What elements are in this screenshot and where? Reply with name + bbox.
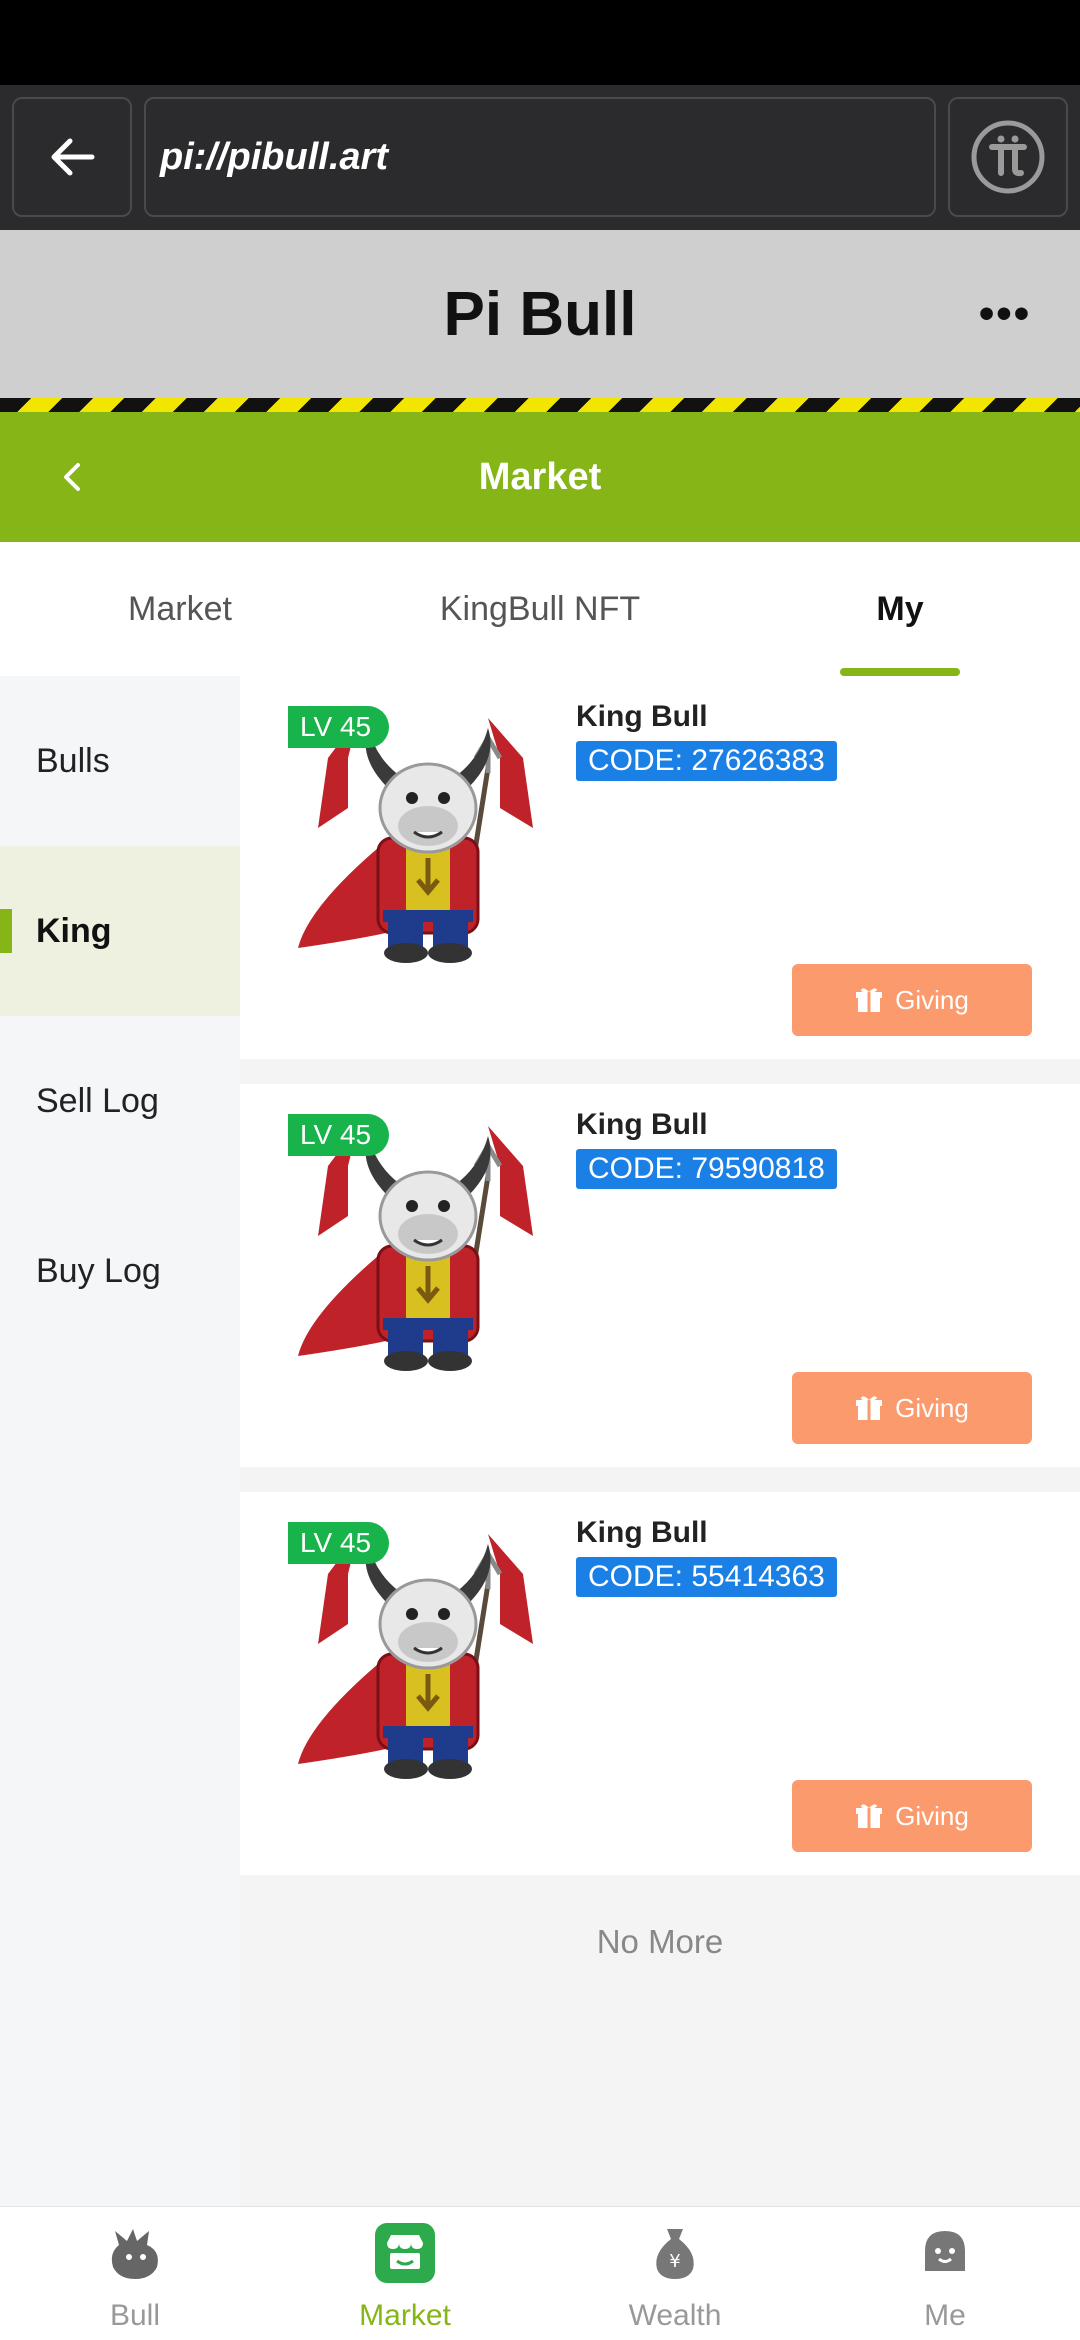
money-bag-icon: ¥ <box>645 2223 705 2283</box>
giving-button-label: Giving <box>895 984 969 1015</box>
browser-back-button[interactable] <box>12 97 132 217</box>
giving-button[interactable]: Giving <box>792 1780 1032 1852</box>
sidebar-item-label: Bulls <box>36 741 110 780</box>
bottom-nav: Bull Market ¥ Wealth Me <box>0 2206 1080 2340</box>
nft-name: King Bull <box>576 700 708 733</box>
gift-icon <box>856 988 883 1012</box>
pi-logo-icon <box>971 120 1045 194</box>
market-icon <box>375 2223 435 2283</box>
nav-label: Market <box>359 2299 451 2332</box>
chevron-left-icon <box>64 463 80 491</box>
giving-button-label: Giving <box>895 1392 969 1423</box>
nft-code-badge: CODE: 55414363 <box>576 1557 837 1597</box>
giving-button-label: Giving <box>895 1800 969 1831</box>
sidebar-item-sell-log[interactable]: Sell Log <box>0 1016 240 1186</box>
pi-browser-button[interactable] <box>948 97 1068 217</box>
sidebar-item-bulls[interactable]: Bulls <box>0 676 240 846</box>
nft-name: King Bull <box>576 1516 708 1549</box>
sidebar-item-buy-log[interactable]: Buy Log <box>0 1186 240 1356</box>
nav-label: Wealth <box>628 2299 722 2332</box>
nav-item-bull[interactable]: Bull <box>0 2207 270 2340</box>
arrow-left-icon <box>51 138 95 176</box>
gift-icon <box>856 1804 883 1828</box>
bull-icon <box>105 2223 165 2283</box>
more-options-button[interactable]: ••• <box>970 284 1040 344</box>
svg-text:¥: ¥ <box>669 2251 680 2272</box>
nft-code-badge: CODE: 27626383 <box>576 741 837 781</box>
hazard-stripe <box>0 398 1080 412</box>
page-header: Market <box>0 412 1080 542</box>
nav-item-me[interactable]: Me <box>810 2207 1080 2340</box>
nft-name: King Bull <box>576 1108 708 1141</box>
sidebar-item-label: Sell Log <box>36 1081 159 1120</box>
nft-card[interactable]: LV 45 King Bull CODE: 27626383 Giving <box>240 676 1080 1059</box>
browser-bar: pi://pibull.art <box>0 85 1080 230</box>
url-field[interactable]: pi://pibull.art <box>144 97 936 217</box>
url-text: pi://pibull.art <box>160 135 388 178</box>
nav-label: Bull <box>109 2299 161 2332</box>
category-sidebar: Bulls King Sell Log Buy Log <box>0 676 240 2206</box>
tab-market[interactable]: Market <box>0 542 360 676</box>
level-badge: LV 45 <box>288 1522 390 1564</box>
level-badge: LV 45 <box>288 1114 390 1156</box>
sidebar-item-label: King <box>36 911 112 950</box>
tab-my[interactable]: My <box>720 542 1080 676</box>
sidebar-item-label: Buy Log <box>36 1251 161 1290</box>
list-end-text: No More <box>596 1923 724 1960</box>
active-marker <box>0 909 12 953</box>
page-title: Market <box>478 455 602 498</box>
back-button[interactable] <box>40 445 104 509</box>
app-title: Pi Bull <box>443 279 637 349</box>
nft-card[interactable]: LV 45 King Bull CODE: 55414363 Giving <box>240 1492 1080 1875</box>
sidebar-item-king[interactable]: King <box>0 846 240 1016</box>
level-badge: LV 45 <box>288 706 390 748</box>
nav-label: Me <box>924 2299 966 2332</box>
nft-code-badge: CODE: 79590818 <box>576 1149 837 1189</box>
giving-button[interactable]: Giving <box>792 964 1032 1036</box>
face-icon <box>915 2223 975 2283</box>
active-tab-indicator <box>840 668 960 676</box>
nav-item-wealth[interactable]: ¥ Wealth <box>540 2207 810 2340</box>
tab-bar: Market KingBull NFT My <box>0 542 1080 676</box>
gift-icon <box>856 1396 883 1420</box>
nav-item-market[interactable]: Market <box>270 2207 540 2340</box>
app-title-bar: Pi Bull ••• <box>0 230 1080 398</box>
nft-card[interactable]: LV 45 King Bull CODE: 79590818 Giving <box>240 1084 1080 1467</box>
status-bar <box>0 0 1080 85</box>
tab-kingbull-nft[interactable]: KingBull NFT <box>360 542 720 676</box>
giving-button[interactable]: Giving <box>792 1372 1032 1444</box>
